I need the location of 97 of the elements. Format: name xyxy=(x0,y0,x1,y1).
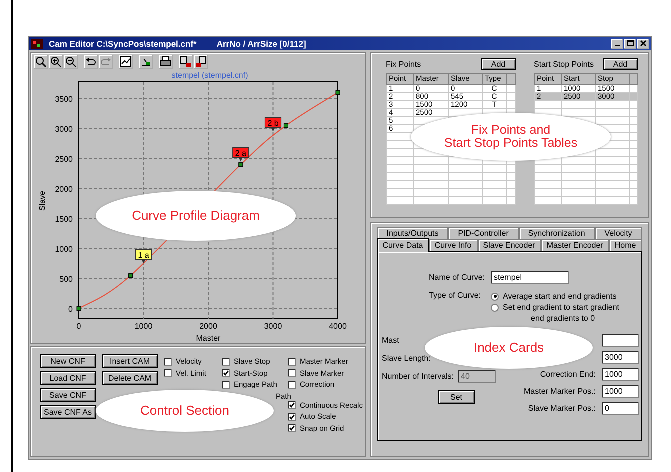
axis-tick-label: 2000 xyxy=(55,184,73,194)
field-label: Master Marker Pos.: xyxy=(524,387,596,396)
checkmark-icon xyxy=(223,370,229,376)
axis-tick-label: 0 xyxy=(68,304,73,314)
axis-tick-label: 500 xyxy=(60,274,73,284)
axis-tick-label: 1000 xyxy=(134,322,153,331)
window-info: ArrNo / ArrSize [0/112] xyxy=(216,38,306,48)
undo-icon xyxy=(85,56,97,68)
checkbox[interactable] xyxy=(288,369,296,378)
document-icon xyxy=(195,56,207,68)
radio-button[interactable] xyxy=(491,304,499,312)
checkbox[interactable] xyxy=(222,358,230,366)
printer-icon xyxy=(160,56,172,68)
command-button[interactable]: Save CNF As xyxy=(40,405,96,419)
input-field[interactable]: stempel xyxy=(491,271,569,284)
tab[interactable]: PID-Controller xyxy=(448,227,519,239)
close-icon xyxy=(640,40,646,47)
window-title: Cam Editor C:\SyncPos\stempel.cnf* xyxy=(49,38,197,48)
axis-tick-label: 4000 xyxy=(329,322,347,331)
input-field[interactable] xyxy=(602,334,639,347)
checkbox[interactable] xyxy=(222,369,230,378)
input-field[interactable]: 3000 xyxy=(602,351,639,364)
magnifier-icon xyxy=(35,56,47,68)
axis-tick-label: 3000 xyxy=(55,124,73,134)
app-icon xyxy=(31,38,43,48)
tab[interactable]: Slave Encoder xyxy=(478,239,542,251)
add-button[interactable]: Add xyxy=(481,58,516,70)
axis-tick-label: 2500 xyxy=(55,154,73,164)
command-button[interactable]: Delete CAM xyxy=(102,371,158,385)
radio-button[interactable] xyxy=(491,292,499,300)
tab[interactable]: Curve Info xyxy=(429,239,478,251)
maximize-icon xyxy=(626,40,634,47)
point-marker xyxy=(128,274,134,278)
axis-tick-label: 0 xyxy=(76,322,82,331)
axis-label: Slave xyxy=(38,191,47,211)
command-button[interactable]: Save CNF xyxy=(40,388,96,402)
tab[interactable]: Inputs/Outputs xyxy=(377,227,448,239)
command-button[interactable]: New CNF xyxy=(40,354,96,368)
redo-icon xyxy=(100,56,112,68)
point-marker xyxy=(238,162,244,168)
add-button[interactable]: Add xyxy=(603,58,638,70)
toolbar-button[interactable] xyxy=(119,55,133,69)
radio-label: Average start and end gradients xyxy=(503,292,617,301)
axis-tick-label: 1000 xyxy=(55,244,73,254)
checkbox[interactable] xyxy=(288,412,296,421)
axis-label: Master xyxy=(196,334,221,343)
field-label: Number of Intervals: xyxy=(382,372,454,381)
marker-label: 1 a xyxy=(135,250,152,264)
axis-tick-label: 2000 xyxy=(200,322,218,331)
point-marker xyxy=(76,306,82,312)
radio-label: Set end gradient to start gradient xyxy=(503,303,620,312)
checkbox[interactable] xyxy=(222,380,230,389)
command-button[interactable]: Insert CAM xyxy=(102,354,158,368)
close-button[interactable] xyxy=(637,38,649,48)
field-label: Name of Curve: xyxy=(429,273,485,282)
checkbox[interactable] xyxy=(288,401,296,410)
maximize-button[interactable] xyxy=(624,38,636,48)
annotation: 2 b xyxy=(268,118,280,128)
point-marker xyxy=(336,90,340,96)
annotation: 1 a xyxy=(138,250,150,260)
tab[interactable]: Synchronization xyxy=(518,227,595,239)
radio-label: end gradients to 0 xyxy=(531,314,596,323)
minimize-button[interactable] xyxy=(611,38,623,48)
command-button[interactable]: Load CNF xyxy=(40,371,96,385)
zoom-in-icon xyxy=(50,56,62,68)
checkbox[interactable] xyxy=(288,358,296,366)
annotation: 2 a xyxy=(235,148,247,158)
document-icon xyxy=(180,56,192,68)
marker-label: 2 a xyxy=(232,148,250,162)
section-title: Fix Points xyxy=(386,60,422,68)
field-label: Slave Length: xyxy=(382,354,431,363)
field-label: Mast xyxy=(382,336,400,345)
chart-title: stempel (stempel.cnf) xyxy=(170,71,250,81)
zoom-out-icon xyxy=(65,56,77,68)
field-label: Correction End: xyxy=(540,370,596,379)
section-title: Start Stop Points xyxy=(534,60,594,68)
set-button[interactable]: Set xyxy=(438,390,475,404)
field-label: Slave Marker Pos.: xyxy=(528,404,596,413)
field-label: Type of Curve: xyxy=(429,291,482,300)
callout-bubble: Control Section xyxy=(96,390,274,432)
marker-label: 2 b xyxy=(264,118,282,132)
tab[interactable]: Curve Data xyxy=(377,238,430,252)
input-field[interactable]: 0 xyxy=(602,402,639,415)
input-field[interactable]: 1000 xyxy=(602,385,639,398)
point-marker xyxy=(284,124,288,128)
tab[interactable]: Velocity xyxy=(595,227,642,239)
checkbox[interactable] xyxy=(288,380,296,389)
tab[interactable]: Home xyxy=(609,239,642,251)
axis-tick-label: 1500 xyxy=(55,214,73,224)
checkbox[interactable] xyxy=(164,358,172,366)
axis-tick-label: 3500 xyxy=(55,94,73,104)
input-field[interactable]: 1000 xyxy=(602,368,639,381)
axis-tick-label: 3000 xyxy=(264,322,282,331)
chart-icon xyxy=(120,56,132,68)
tab[interactable]: Master Encoder xyxy=(541,239,610,251)
checkbox[interactable] xyxy=(164,369,172,378)
checkbox[interactable] xyxy=(288,424,296,432)
